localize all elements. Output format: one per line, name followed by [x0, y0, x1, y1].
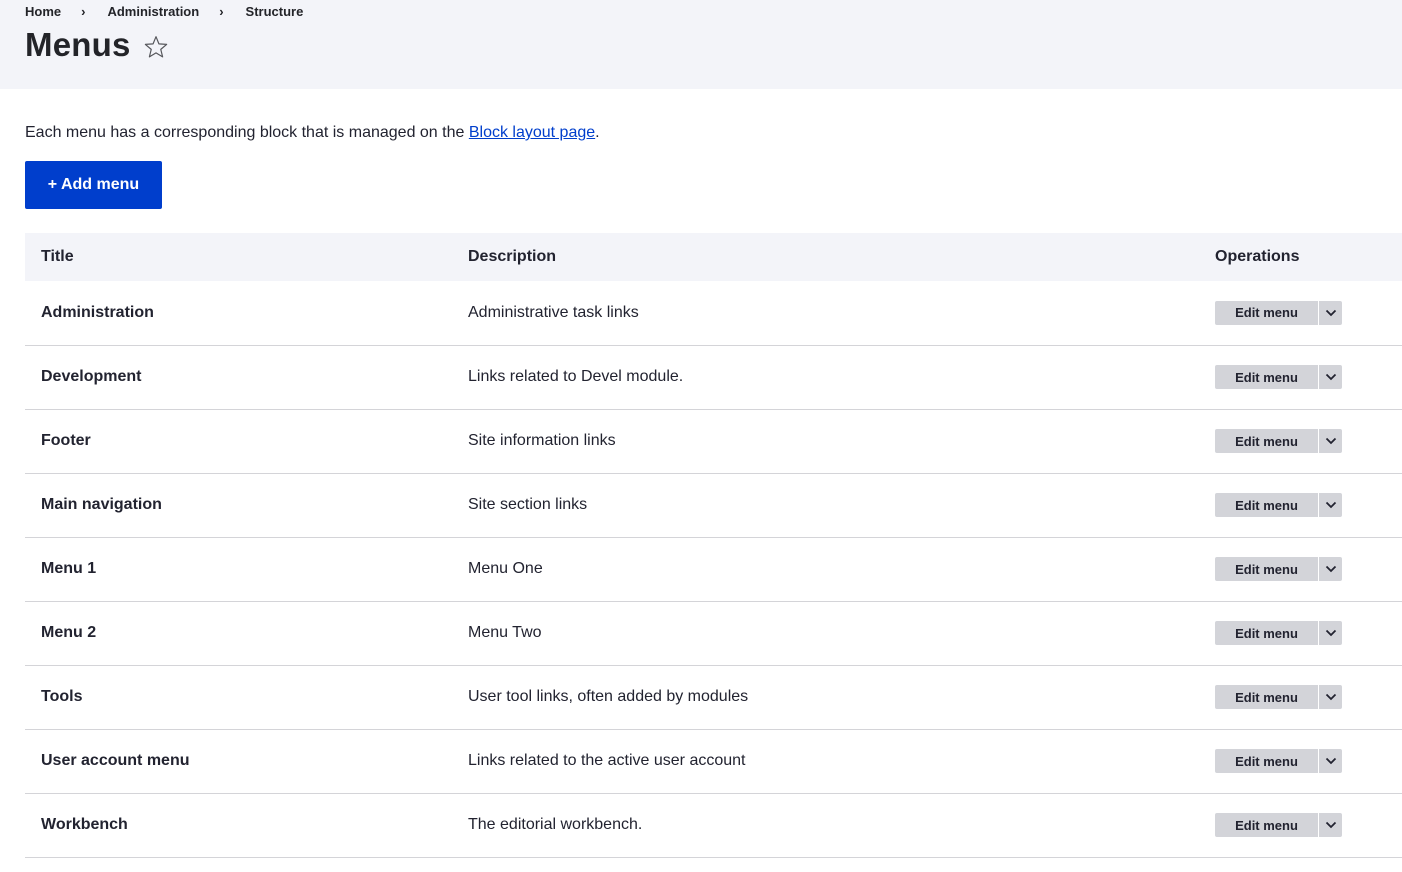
chevron-down-icon[interactable] — [1318, 557, 1342, 581]
menu-description: User tool links, often added by modules — [468, 688, 749, 705]
operations-cell: Edit menu — [1199, 601, 1402, 665]
title-row: Menus — [25, 26, 169, 64]
menu-title: Workbench — [41, 816, 128, 833]
chevron-right-icon: › — [81, 4, 86, 19]
menu-title: Menu 1 — [41, 560, 97, 577]
menu-title: Menu 2 — [41, 624, 97, 641]
menu-description: Site information links — [468, 432, 616, 449]
chevron-down-icon[interactable] — [1318, 429, 1342, 453]
chevron-right-icon: › — [219, 4, 224, 19]
table-row: Menu 2 Menu Two Edit menu — [25, 601, 1402, 665]
operations-dropbutton: Edit menu — [1215, 365, 1342, 389]
operations-dropbutton: Edit menu — [1215, 685, 1342, 709]
chevron-down-icon[interactable] — [1318, 493, 1342, 517]
operations-cell: Edit menu — [1199, 473, 1402, 537]
edit-menu-button[interactable]: Edit menu — [1215, 429, 1318, 453]
operations-cell: Edit menu — [1199, 537, 1402, 601]
chevron-down-icon[interactable] — [1318, 300, 1342, 325]
edit-menu-button[interactable]: Edit menu — [1215, 493, 1318, 517]
column-header-title: Title — [41, 248, 74, 265]
operations-dropbutton: Edit menu — [1215, 813, 1342, 837]
chevron-down-icon[interactable] — [1318, 749, 1342, 773]
table-row: Administration Administrative task links… — [25, 281, 1402, 345]
edit-menu-button[interactable]: Edit menu — [1215, 365, 1318, 389]
help-text-suffix: . — [595, 124, 600, 141]
add-menu-button[interactable]: + Add menu — [25, 161, 162, 209]
chevron-down-icon[interactable] — [1318, 365, 1342, 389]
block-layout-link[interactable]: Block layout page — [469, 124, 595, 141]
chevron-down-icon[interactable] — [1318, 621, 1342, 645]
chevron-down-icon[interactable] — [1318, 813, 1342, 837]
breadcrumb-structure[interactable]: Structure — [246, 4, 304, 19]
menu-description: Menu Two — [468, 624, 542, 641]
edit-menu-button[interactable]: Edit menu — [1215, 557, 1318, 581]
menu-description: Administrative task links — [468, 303, 639, 321]
operations-cell: Edit menu — [1199, 345, 1402, 409]
table-row: Footer Site information links Edit menu — [25, 409, 1402, 473]
column-header-description: Description — [468, 248, 557, 265]
menu-description: Links related to Devel module. — [468, 368, 684, 385]
chevron-down-icon[interactable] — [1318, 685, 1342, 709]
menu-title: Footer — [41, 432, 91, 449]
breadcrumb-home[interactable]: Home — [25, 4, 61, 19]
star-icon[interactable] — [143, 34, 169, 60]
table-row: Menu 1 Menu One Edit menu — [25, 537, 1402, 601]
edit-menu-button[interactable]: Edit menu — [1215, 685, 1318, 709]
menu-title: Administration — [41, 303, 154, 321]
menu-title: Main navigation — [41, 496, 162, 513]
table-header-row: Title Description Operations — [25, 233, 1402, 281]
page-title: Menus — [25, 26, 131, 63]
operations-cell: Edit menu — [1199, 281, 1402, 345]
operations-cell: Edit menu — [1199, 665, 1402, 729]
operations-cell: Edit menu — [1199, 793, 1402, 857]
menus-table: Title Description Operations Administrat… — [25, 233, 1402, 858]
operations-dropbutton: Edit menu — [1215, 300, 1342, 325]
table-row: Development Links related to Devel modul… — [25, 345, 1402, 409]
table-row: Tools User tool links, often added by mo… — [25, 665, 1402, 729]
menu-description: Menu One — [468, 560, 543, 577]
menu-title: User account menu — [41, 752, 190, 769]
page-header: Home › Administration › Structure Menus — [0, 0, 1402, 89]
edit-menu-button[interactable]: Edit menu — [1215, 813, 1318, 837]
menu-title: Development — [41, 368, 142, 385]
operations-dropbutton: Edit menu — [1215, 621, 1342, 645]
column-header-operations: Operations — [1215, 248, 1300, 265]
edit-menu-button[interactable]: Edit menu — [1215, 749, 1318, 773]
table-row: Workbench The editorial workbench. Edit … — [25, 793, 1402, 857]
help-text-prefix: Each menu has a corresponding block that… — [25, 124, 469, 141]
operations-cell: Edit menu — [1199, 409, 1402, 473]
table-row: Main navigation Site section links Edit … — [25, 473, 1402, 537]
menu-description: The editorial workbench. — [468, 816, 643, 833]
operations-dropbutton: Edit menu — [1215, 493, 1342, 517]
operations-dropbutton: Edit menu — [1215, 557, 1342, 581]
help-text: Each menu has a corresponding block that… — [25, 124, 600, 142]
operations-dropbutton: Edit menu — [1215, 749, 1342, 773]
table-row: User account menu Links related to the a… — [25, 729, 1402, 793]
operations-dropbutton: Edit menu — [1215, 429, 1342, 453]
breadcrumb-administration[interactable]: Administration — [107, 4, 199, 19]
breadcrumb: Home › Administration › Structure — [25, 4, 303, 19]
menu-description: Site section links — [468, 496, 588, 513]
menu-description: Links related to the active user account — [468, 752, 746, 769]
menu-title: Tools — [41, 688, 83, 705]
edit-menu-button[interactable]: Edit menu — [1215, 300, 1318, 325]
edit-menu-button[interactable]: Edit menu — [1215, 621, 1318, 645]
operations-cell: Edit menu — [1199, 729, 1402, 793]
